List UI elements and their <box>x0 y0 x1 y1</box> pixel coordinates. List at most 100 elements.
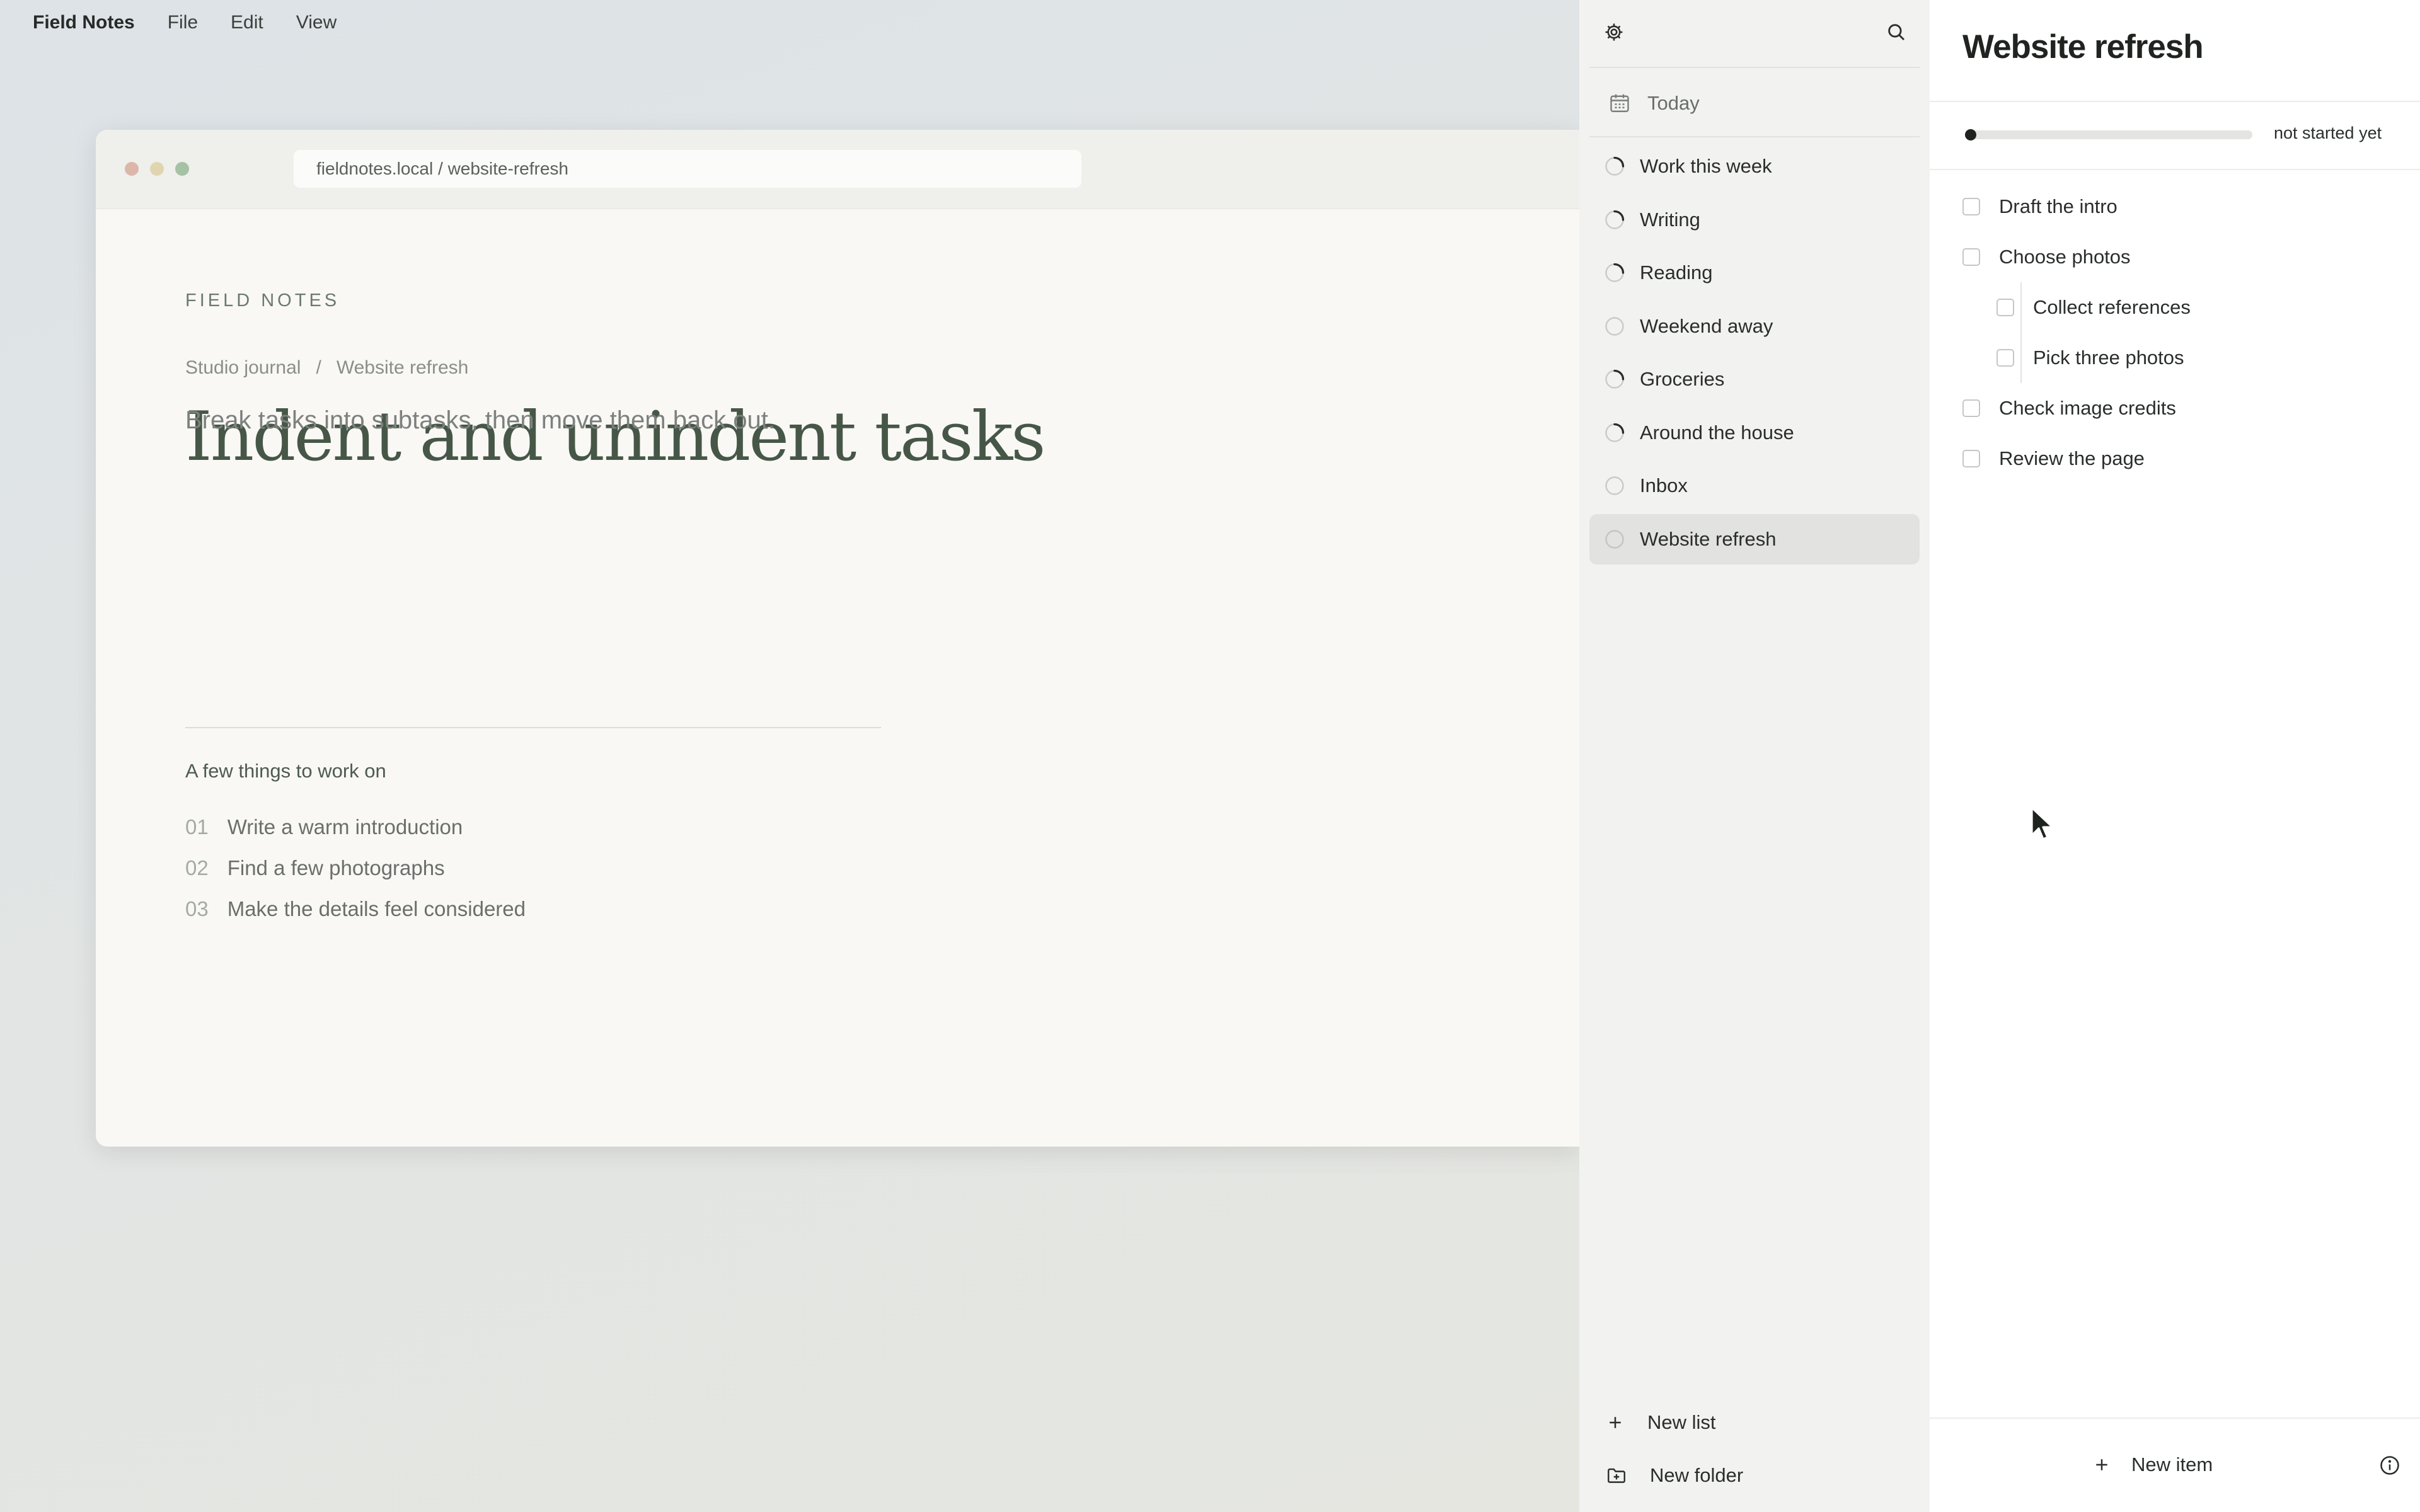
divider <box>1930 101 2420 102</box>
menu-edit[interactable]: Edit <box>231 12 263 33</box>
menu-bar: Field Notes File Edit View <box>0 0 1579 45</box>
progress-bar <box>1965 130 2252 139</box>
progress-ring-icon <box>1605 423 1625 442</box>
new-list-button[interactable]: New list <box>1589 1396 1920 1449</box>
list-item: 01 Write a warm introduction <box>185 806 526 847</box>
task-checkbox[interactable] <box>1962 399 1980 417</box>
list-title[interactable]: Website refresh <box>1962 28 2204 66</box>
sidebar-item-weekend-away[interactable]: Weekend away <box>1589 301 1920 352</box>
sidebar-item-work-this-week[interactable]: Work this week <box>1589 141 1920 192</box>
list-detail-panel: Website refresh not started yet Draft th… <box>1930 0 2420 1512</box>
gear-icon[interactable] <box>1603 21 1625 46</box>
task-item[interactable]: Check image credits <box>1962 383 2401 433</box>
divider <box>185 727 881 728</box>
sidebar-item-label: Around the house <box>1640 421 1794 444</box>
progress-ring-icon <box>1605 529 1624 549</box>
menu-view[interactable]: View <box>296 12 337 33</box>
breadcrumb-item-website-refresh[interactable]: Website refresh <box>337 357 469 378</box>
sidebar-item-around-the-house[interactable]: Around the house <box>1589 408 1920 458</box>
web-page: FIELD NOTES Studio journal / Website refre… <box>185 209 1579 1147</box>
list-item-text: Make the details feel considered <box>227 897 526 920</box>
new-folder-button[interactable]: New folder <box>1589 1449 1920 1502</box>
sidebar-item-reading[interactable]: Reading <box>1589 248 1920 298</box>
folder-plus-icon <box>1608 1468 1625 1483</box>
progress-status: not started yet <box>2274 123 2382 142</box>
list-item-text: Find a few photographs <box>227 856 445 879</box>
task-label[interactable]: Draft the intro <box>1999 195 2118 218</box>
task-checkbox[interactable] <box>1962 198 1980 215</box>
section-title: A few things to work on <box>185 760 386 782</box>
breadcrumb-separator: / <box>316 357 321 378</box>
new-list-label: New list <box>1647 1411 1716 1433</box>
page-subtitle: Break tasks into subtasks, then move the… <box>185 406 776 434</box>
menu-file[interactable]: File <box>168 12 198 33</box>
task-label[interactable]: Collect references <box>2033 296 2191 319</box>
progress-ring-icon <box>1605 156 1625 176</box>
address-bar[interactable]: fieldnotes.local / website-refresh <box>294 150 1081 188</box>
task-label[interactable]: Choose photos <box>1999 246 2131 268</box>
progress-ring-icon <box>1605 369 1625 389</box>
task-label[interactable]: Review the page <box>1999 447 2145 470</box>
task-checkbox[interactable] <box>1962 248 1980 266</box>
detail-footer: New item <box>1930 1418 2420 1512</box>
minimize-window-button[interactable] <box>150 162 164 176</box>
sidebar-item-label: Today <box>1647 92 1700 114</box>
list-item: 02 Find a few photographs <box>185 847 526 888</box>
close-window-button[interactable] <box>125 162 139 176</box>
mouse-cursor-icon <box>2031 806 2054 840</box>
app-name[interactable]: Field Notes <box>33 12 135 33</box>
zoom-window-button[interactable] <box>175 162 189 176</box>
list-item: 03 Make the details feel considered <box>185 888 526 929</box>
task-item[interactable]: Review the page <box>1962 433 2401 484</box>
calendar-icon <box>1610 94 1629 112</box>
progress-ring-icon <box>1605 210 1625 229</box>
lists-sidebar: Today Work this week Writing Reading Wee… <box>1579 0 1930 1512</box>
subtask-item[interactable]: Collect references <box>1962 282 2401 333</box>
plus-icon <box>1610 1417 1621 1428</box>
new-item-button[interactable]: New item <box>2092 1418 2213 1512</box>
divider <box>1930 169 2420 170</box>
list-item-number: 02 <box>185 856 209 879</box>
sidebar-item-label: Work this week <box>1640 155 1772 177</box>
info-icon[interactable] <box>2378 1454 2401 1480</box>
numbered-list: 01 Write a warm introduction 02 Find a few… <box>185 806 526 929</box>
sidebar-item-groceries[interactable]: Groceries <box>1589 354 1920 404</box>
breadcrumb: Studio journal / Website refresh <box>185 357 468 379</box>
sidebar-item-inbox[interactable]: Inbox <box>1589 461 1920 511</box>
task-checkbox[interactable] <box>1962 450 1980 467</box>
sidebar-item-label: Weekend away <box>1640 314 1773 337</box>
task-list: Draft the intro Choose photos Collect re… <box>1962 181 2401 484</box>
sidebar-item-label: Writing <box>1640 208 1700 231</box>
subtask-item[interactable]: Pick three photos <box>1962 333 2401 383</box>
sidebar-toolbar <box>1579 0 1930 68</box>
browser-window: fieldnotes.local / website-refresh FIELD… <box>96 130 1579 1147</box>
sidebar-item-label: Inbox <box>1640 474 1688 496</box>
task-checkbox[interactable] <box>1997 299 2014 316</box>
sidebar-item-website-refresh[interactable]: Website refresh <box>1589 513 1920 564</box>
task-checkbox[interactable] <box>1997 349 2014 367</box>
progress-ring-icon <box>1605 263 1625 282</box>
sidebar-item-writing[interactable]: Writing <box>1589 195 1920 245</box>
divider <box>1589 67 1920 68</box>
sidebar-actions: New list New folder <box>1589 1396 1920 1502</box>
task-label[interactable]: Pick three photos <box>2033 346 2184 369</box>
progress-indicator <box>1965 129 1976 140</box>
plus-icon <box>2096 1459 2107 1470</box>
progress-ring-icon <box>1605 316 1624 336</box>
sidebar-item-label: Groceries <box>1640 368 1725 390</box>
breadcrumb-item-studio-journal[interactable]: Studio journal <box>185 357 301 378</box>
task-label[interactable]: Check image credits <box>1999 397 2176 420</box>
search-icon[interactable] <box>1886 21 1907 46</box>
divider <box>1589 136 1920 137</box>
new-item-label: New item <box>2131 1453 2213 1475</box>
sidebar-lists: Work this week Writing Reading Weekend a… <box>1589 141 1920 567</box>
browser-titlebar: fieldnotes.local / website-refresh <box>96 130 1579 209</box>
task-item[interactable]: Draft the intro <box>1962 181 2401 232</box>
task-item[interactable]: Choose photos <box>1962 232 2401 282</box>
list-item-number: 01 <box>185 815 209 839</box>
sidebar-item-today[interactable]: Today <box>1589 79 1920 127</box>
list-item-text: Write a warm introduction <box>227 815 463 839</box>
progress-ring-icon <box>1605 476 1624 495</box>
sidebar-item-label: Website refresh <box>1640 527 1777 550</box>
new-folder-label: New folder <box>1650 1464 1744 1486</box>
